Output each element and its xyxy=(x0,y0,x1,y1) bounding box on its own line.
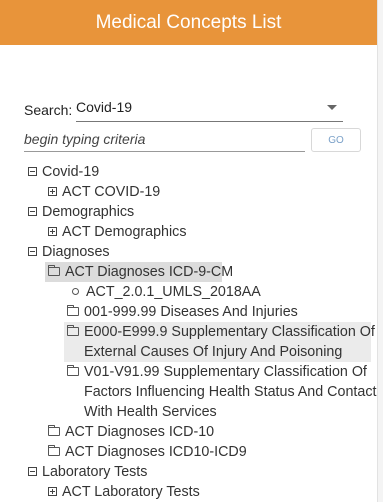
open-folder-icon xyxy=(48,264,60,276)
folder-icon xyxy=(67,304,79,316)
search-select-value: Covid-19 xyxy=(76,98,133,115)
folder-icon xyxy=(48,424,60,436)
tree-item-act-laboratory-tests[interactable]: ACT Laboratory Tests xyxy=(48,482,200,502)
folder-icon xyxy=(67,324,79,336)
tree-item-demographics[interactable]: Demographics xyxy=(28,202,134,222)
folder-icon xyxy=(48,444,60,456)
tree-item-v01-v91-line2[interactable]: Factors Influencing Health Status And Co… xyxy=(84,382,376,402)
go-button[interactable]: GO xyxy=(311,128,361,152)
tree-item-act-diagnoses-icd10-icd9[interactable]: ACT Diagnoses ICD10-ICD9 xyxy=(48,442,247,462)
app-title: Medical Concepts List xyxy=(0,0,377,45)
circle-bullet-icon xyxy=(72,287,79,295)
collapse-icon[interactable] xyxy=(28,166,37,176)
expand-icon[interactable] xyxy=(48,226,57,236)
collapse-icon[interactable] xyxy=(28,246,37,256)
tree-item-e000-e999[interactable]: E000-E999.9 Supplementary Classification… xyxy=(64,322,375,342)
chevron-down-icon xyxy=(327,105,337,110)
tree-item-v01-v91-line3[interactable]: With Health Services xyxy=(84,402,217,422)
tree-item-act-demographics[interactable]: ACT Demographics xyxy=(48,222,186,242)
collapse-icon[interactable] xyxy=(28,466,37,476)
tree-item-covid19[interactable]: Covid-19 xyxy=(28,162,99,182)
expand-icon[interactable] xyxy=(48,186,57,196)
tree-item-act-diagnoses-icd9[interactable]: ACT Diagnoses ICD-9-CM xyxy=(45,262,233,282)
tree-item-e000-e999-line2[interactable]: External Causes Of Injury And Poisoning xyxy=(64,342,371,362)
folder-icon xyxy=(67,364,79,376)
tree-item-laboratory-tests[interactable]: Laboratory Tests xyxy=(28,462,147,482)
collapse-icon[interactable] xyxy=(28,206,37,216)
app-title-text: Medical Concepts List xyxy=(95,11,282,33)
tree-item-001-999[interactable]: 001-999.99 Diseases And Injuries xyxy=(67,302,298,322)
criteria-input[interactable]: begin typing criteria xyxy=(24,126,305,152)
tree-item-act-umls[interactable]: ACT_2.0.1_UMLS_2018AA xyxy=(72,282,261,302)
search-label: Search: xyxy=(24,102,73,118)
search-select[interactable]: Covid-19 xyxy=(76,92,343,122)
expand-icon[interactable] xyxy=(48,486,57,496)
tree-item-diagnoses[interactable]: Diagnoses xyxy=(28,242,110,262)
scrollbar-track[interactable] xyxy=(377,0,383,502)
tree-item-act-diagnoses-icd10[interactable]: ACT Diagnoses ICD-10 xyxy=(48,422,214,442)
tree-item-act-covid19[interactable]: ACT COVID-19 xyxy=(48,182,160,202)
tree-item-v01-v91[interactable]: V01-V91.99 Supplementary Classification … xyxy=(67,362,367,382)
